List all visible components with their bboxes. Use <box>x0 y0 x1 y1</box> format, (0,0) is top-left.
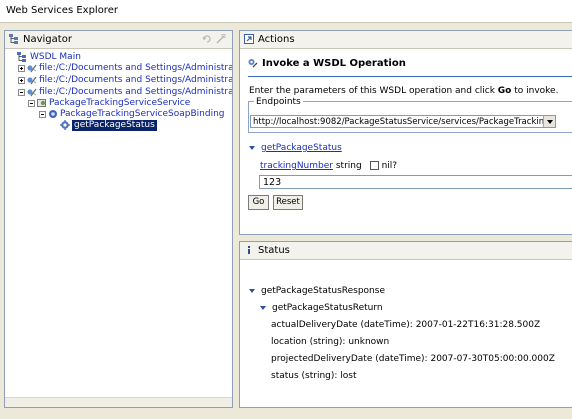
nil-label: nil? <box>381 161 398 171</box>
parameter-name-link[interactable]: trackingNumber <box>260 161 333 171</box>
wsdl-file-icon <box>27 64 37 73</box>
response-name: getPackageStatusResponse <box>261 286 385 296</box>
field-value: 2007-07-30T05:00:00.000Z <box>430 354 555 364</box>
wsdl-file-icon <box>27 76 37 85</box>
collapse-triangle-icon[interactable] <box>260 305 266 310</box>
result-field: location (string): unknown <box>271 337 389 347</box>
tree-item-label: file:/C:/Documents and Settings/Administ… <box>39 87 232 97</box>
refresh-icon[interactable] <box>202 34 212 44</box>
return-name: getPackageStatusReturn <box>272 303 383 313</box>
navigator-header: Navigator <box>5 31 232 49</box>
go-button[interactable]: Go <box>248 195 269 210</box>
parameter-row: trackingNumber string nil? <box>260 161 397 171</box>
instructions-text: Enter the parameters of this WSDL operat… <box>249 86 498 96</box>
result-field: actualDeliveryDate (dateTime): 2007-01-2… <box>271 320 540 330</box>
navigator-icon <box>9 34 18 44</box>
status-pane: Status getPackageStatusResponse getPacka… <box>239 241 572 408</box>
nil-checkbox[interactable] <box>369 161 379 170</box>
status-title: Status <box>258 245 290 256</box>
heading-divider <box>248 76 572 77</box>
window-title: Web Services Explorer <box>6 5 118 16</box>
field-value: lost <box>340 371 357 381</box>
field-label: actualDeliveryDate (dateTime): <box>271 320 413 330</box>
dropdown-arrow-icon[interactable] <box>543 116 555 127</box>
parameter-type: string <box>335 161 362 171</box>
field-value: 2007-01-22T16:31:28.500Z <box>415 320 541 330</box>
actions-header: Actions <box>240 31 572 49</box>
collapse-icon[interactable] <box>39 111 46 118</box>
binding-icon <box>49 110 57 118</box>
response-node[interactable]: getPackageStatusResponse <box>249 286 385 296</box>
reset-button[interactable]: Reset <box>273 195 303 210</box>
operation-gear-icon <box>60 120 70 130</box>
tree-item-label: PackageTrackingServiceService <box>49 98 191 108</box>
invoke-operation-icon <box>248 59 258 68</box>
actions-arrow-icon <box>244 34 254 44</box>
tree-item-label: file:/C:/Documents and Settings/Administ… <box>39 63 232 73</box>
tree-item-label: getPackageStatus <box>72 120 157 131</box>
expand-icon[interactable] <box>18 65 25 72</box>
endpoint-select[interactable]: http://localhost:9082/PackageStatusServi… <box>250 115 556 128</box>
navigator-title: Navigator <box>23 34 72 45</box>
actions-title: Actions <box>258 34 295 45</box>
endpoint-value: http://localhost:9082/PackageStatusServi… <box>253 117 556 127</box>
window-title-bar: Web Services Explorer <box>0 0 572 23</box>
info-icon <box>248 246 250 254</box>
expand-icon[interactable] <box>18 77 25 84</box>
collapse-triangle-icon[interactable] <box>249 288 255 293</box>
status-content: getPackageStatusResponse getPackageStatu… <box>240 260 572 407</box>
status-header: Status <box>240 242 572 260</box>
instructions-text-end: to invoke. <box>511 86 559 96</box>
field-label: projectedDeliveryDate (dateTime): <box>271 354 428 364</box>
result-field: projectedDeliveryDate (dateTime): 2007-0… <box>271 354 555 364</box>
endpoints-legend: Endpoints <box>254 97 303 107</box>
field-label: status (string): <box>271 371 338 381</box>
clear-icon[interactable] <box>216 34 226 44</box>
instructions: Enter the parameters of this WSDL operat… <box>249 86 558 96</box>
field-value: unknown <box>348 337 390 347</box>
result-field: status (string): lost <box>271 371 357 381</box>
tree-item-label: PackageTrackingServiceSoapBinding <box>60 109 225 119</box>
bottom-status-bar <box>0 410 572 419</box>
tracking-number-input[interactable]: 123 <box>259 175 572 189</box>
service-icon <box>37 99 46 107</box>
instructions-go: Go <box>497 86 512 96</box>
collapse-icon[interactable] <box>18 89 25 96</box>
tree-item-label: file:/C:/Documents and Settings/Administ… <box>39 75 232 85</box>
field-label: location (string): <box>271 337 346 347</box>
collapse-triangle-icon[interactable] <box>249 145 255 150</box>
operation-toggle[interactable]: getPackageStatus <box>249 143 342 153</box>
navigator-pane: Navigator WSDL Main file:/C:/Documents a… <box>4 30 233 408</box>
navigator-horizontal-scrollbar[interactable] <box>5 397 232 407</box>
wsdl-file-icon <box>27 88 37 97</box>
return-node[interactable]: getPackageStatusReturn <box>260 303 383 313</box>
wsdl-main-icon <box>17 52 26 62</box>
actions-pane: Actions Invoke a WSDL Operation Enter th… <box>239 30 572 235</box>
tree-item-label: WSDL Main <box>30 52 81 62</box>
collapse-icon[interactable] <box>28 100 35 107</box>
invoke-heading: Invoke a WSDL Operation <box>262 58 406 69</box>
tracking-number-value: 123 <box>263 177 282 188</box>
operation-link[interactable]: getPackageStatus <box>261 143 342 153</box>
